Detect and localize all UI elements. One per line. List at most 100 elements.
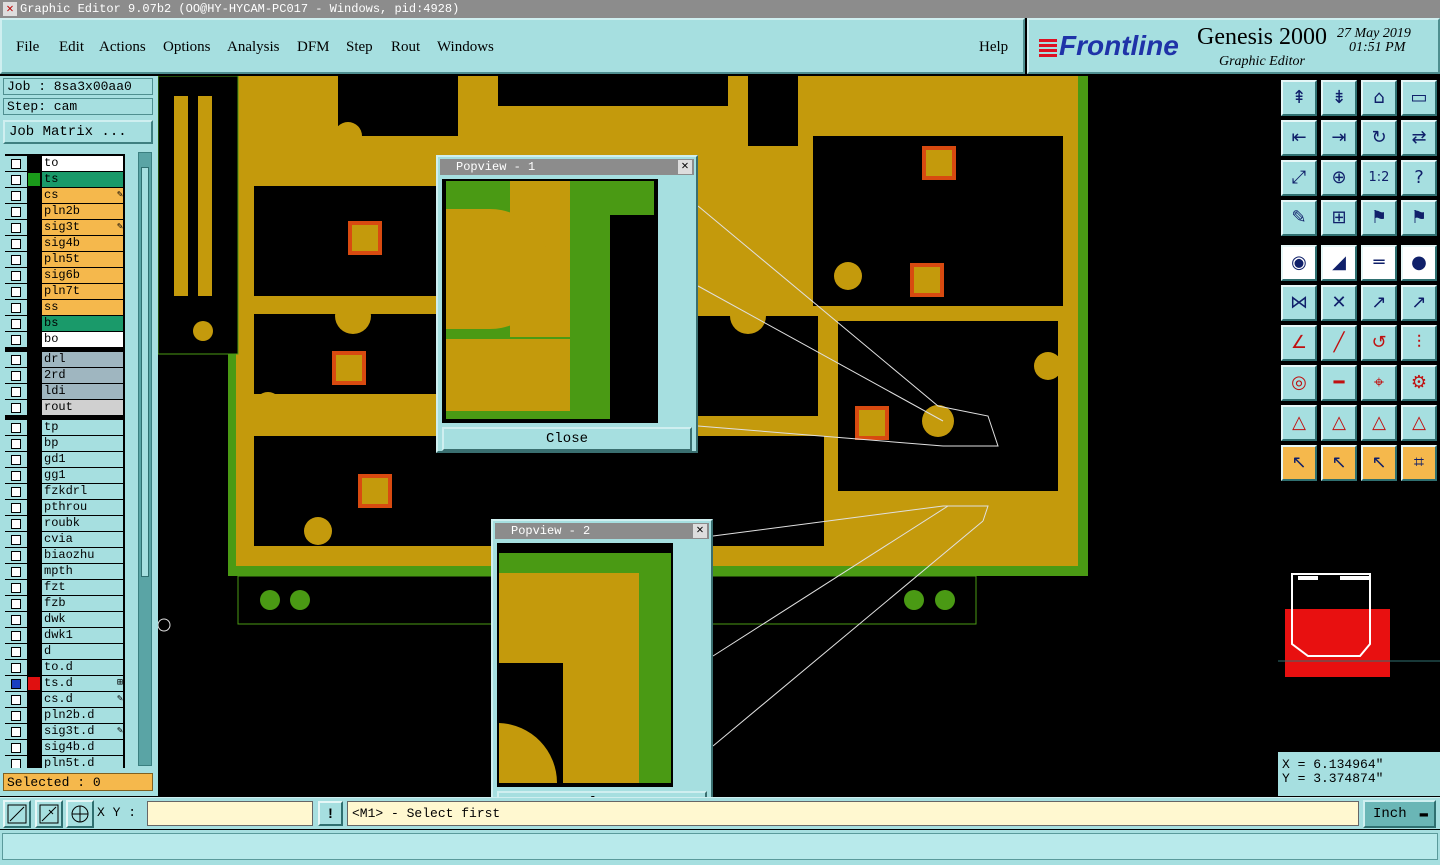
layer-row[interactable]: fzkdrl bbox=[5, 484, 125, 499]
popview-1-close-button[interactable]: Close bbox=[442, 427, 692, 451]
layer-checkbox[interactable] bbox=[5, 204, 27, 219]
menu-windows[interactable]: Windows bbox=[437, 39, 494, 56]
menu-rout[interactable]: Rout bbox=[391, 39, 420, 56]
layer-row[interactable]: tp bbox=[5, 420, 125, 435]
menu-dfm[interactable]: DFM bbox=[297, 39, 330, 56]
layer-row[interactable]: to bbox=[5, 156, 125, 171]
layer-row[interactable]: cs.d ✎ bbox=[5, 692, 125, 707]
tool-pointer-frame-button[interactable]: ↖ bbox=[1361, 445, 1397, 481]
graphic-canvas[interactable] bbox=[158, 76, 1278, 796]
layer-checkbox[interactable] bbox=[5, 468, 27, 483]
tool-grid-button[interactable]: ⊞ bbox=[1321, 200, 1357, 236]
zoom-area-button[interactable] bbox=[3, 800, 31, 828]
layer-checkbox[interactable] bbox=[5, 692, 27, 707]
layer-row[interactable]: gd1 bbox=[5, 452, 125, 467]
tool-layer-colors-button[interactable]: ⚑ bbox=[1361, 200, 1397, 236]
layer-row[interactable]: fzb bbox=[5, 596, 125, 611]
layer-row[interactable]: ss bbox=[5, 300, 125, 315]
layer-checkbox[interactable] bbox=[5, 516, 27, 531]
layer-row[interactable]: 2rd bbox=[5, 368, 125, 383]
layer-scrollbar[interactable] bbox=[138, 152, 152, 766]
layer-checkbox[interactable] bbox=[5, 236, 27, 251]
layer-checkbox[interactable] bbox=[5, 316, 27, 331]
tool-home-button[interactable]: ⌂ bbox=[1361, 80, 1397, 116]
layer-row[interactable]: drl bbox=[5, 352, 125, 367]
layer-checkbox[interactable] bbox=[5, 352, 27, 367]
layer-checkbox[interactable] bbox=[5, 612, 27, 627]
tool-pan-left-button[interactable]: ⇤ bbox=[1281, 120, 1317, 156]
layer-checkbox[interactable] bbox=[5, 500, 27, 515]
layer-checkbox[interactable] bbox=[5, 284, 27, 299]
menu-analysis[interactable]: Analysis bbox=[227, 39, 280, 56]
tool-connect-button[interactable]: ⋈ bbox=[1281, 285, 1317, 321]
layer-checkbox[interactable] bbox=[5, 660, 27, 675]
layer-row[interactable]: rout bbox=[5, 400, 125, 415]
tool-measure-button[interactable]: ⌖ bbox=[1361, 365, 1397, 401]
layer-row[interactable]: pthrou bbox=[5, 500, 125, 515]
layer-row[interactable]: bp bbox=[5, 436, 125, 451]
layer-row[interactable]: ts bbox=[5, 172, 125, 187]
tool-arc-button[interactable]: ↺ bbox=[1361, 325, 1397, 361]
tool-center-button[interactable]: ⊕ bbox=[1321, 160, 1357, 196]
menu-edit[interactable]: Edit bbox=[59, 39, 84, 56]
tool-pointer-button[interactable]: ↖ bbox=[1281, 445, 1317, 481]
layer-checkbox[interactable] bbox=[5, 676, 27, 691]
tool-add-pad-button[interactable]: ◉ bbox=[1281, 245, 1317, 281]
layer-row[interactable]: fzt bbox=[5, 580, 125, 595]
layer-row[interactable]: mpth bbox=[5, 564, 125, 579]
layer-row[interactable]: dwk bbox=[5, 612, 125, 627]
layer-checkbox[interactable] bbox=[5, 564, 27, 579]
layer-row[interactable]: sig4b bbox=[5, 236, 125, 251]
layer-checkbox[interactable] bbox=[5, 172, 27, 187]
measure-button[interactable] bbox=[35, 800, 63, 828]
layer-row[interactable]: d bbox=[5, 644, 125, 659]
layer-row[interactable]: ts.d ⊞ bbox=[5, 676, 125, 691]
tool-net-a-button[interactable]: ↗ bbox=[1361, 285, 1397, 321]
layer-checkbox[interactable] bbox=[5, 644, 27, 659]
layer-row[interactable]: sig3t.d ✎ bbox=[5, 724, 125, 739]
layer-row[interactable]: cvia bbox=[5, 532, 125, 547]
layer-checkbox[interactable] bbox=[5, 268, 27, 283]
layer-row[interactable]: roubk bbox=[5, 516, 125, 531]
layer-checkbox[interactable] bbox=[5, 532, 27, 547]
layer-checkbox[interactable] bbox=[5, 332, 27, 347]
tool-fit-button[interactable]: ⤢ bbox=[1281, 160, 1317, 196]
layer-row[interactable]: bs bbox=[5, 316, 125, 331]
layer-checkbox[interactable] bbox=[5, 740, 27, 755]
layer-row[interactable]: pln2b.d bbox=[5, 708, 125, 723]
layer-checkbox[interactable] bbox=[5, 252, 27, 267]
job-matrix-button[interactable]: Job Matrix ... bbox=[3, 120, 153, 144]
layer-row[interactable]: sig3t ✎ bbox=[5, 220, 125, 235]
layer-row[interactable]: bo bbox=[5, 332, 125, 347]
layer-row[interactable]: cs ✎ bbox=[5, 188, 125, 203]
popview-1-close-icon[interactable]: ✕ bbox=[678, 160, 692, 174]
menu-file[interactable]: File bbox=[16, 39, 39, 56]
layer-checkbox[interactable] bbox=[5, 220, 27, 235]
layer-checkbox[interactable] bbox=[5, 156, 27, 171]
tool-scale-button[interactable]: 1:2 bbox=[1361, 160, 1397, 196]
layer-checkbox[interactable] bbox=[5, 420, 27, 435]
overview-map[interactable] bbox=[1278, 486, 1440, 736]
tool-add-line-button[interactable]: ◢ bbox=[1321, 245, 1357, 281]
layer-checkbox[interactable] bbox=[5, 724, 27, 739]
layer-checkbox[interactable] bbox=[5, 300, 27, 315]
grid-snap-button[interactable] bbox=[66, 800, 94, 828]
popview-1-canvas[interactable] bbox=[442, 179, 658, 423]
tool-pad-select-button[interactable]: ◎ bbox=[1281, 365, 1317, 401]
tool-cross-button[interactable]: ✕ bbox=[1321, 285, 1357, 321]
menu-actions[interactable]: Actions bbox=[99, 39, 146, 56]
layer-checkbox[interactable] bbox=[5, 452, 27, 467]
tool-view-bottom-button[interactable]: ⇟ bbox=[1321, 80, 1357, 116]
scrollbar-thumb[interactable] bbox=[141, 167, 149, 577]
popview-2-close-icon[interactable]: ✕ bbox=[693, 524, 707, 538]
tool-query-button[interactable]: ? bbox=[1401, 160, 1437, 196]
layer-row[interactable]: pln5t bbox=[5, 252, 125, 267]
layer-row[interactable]: sig6b bbox=[5, 268, 125, 283]
tool-pad-button[interactable]: ● bbox=[1401, 245, 1437, 281]
tool-properties-button[interactable]: ✎ bbox=[1281, 200, 1317, 236]
tool-ruler-button[interactable]: ═ bbox=[1361, 245, 1397, 281]
menu-help[interactable]: Help bbox=[979, 39, 1008, 56]
tool-triangle-a-button[interactable]: △ bbox=[1281, 405, 1317, 441]
tool-pan-right-button[interactable]: ⇥ bbox=[1321, 120, 1357, 156]
unit-selector[interactable]: Inch ▬ bbox=[1363, 800, 1436, 828]
